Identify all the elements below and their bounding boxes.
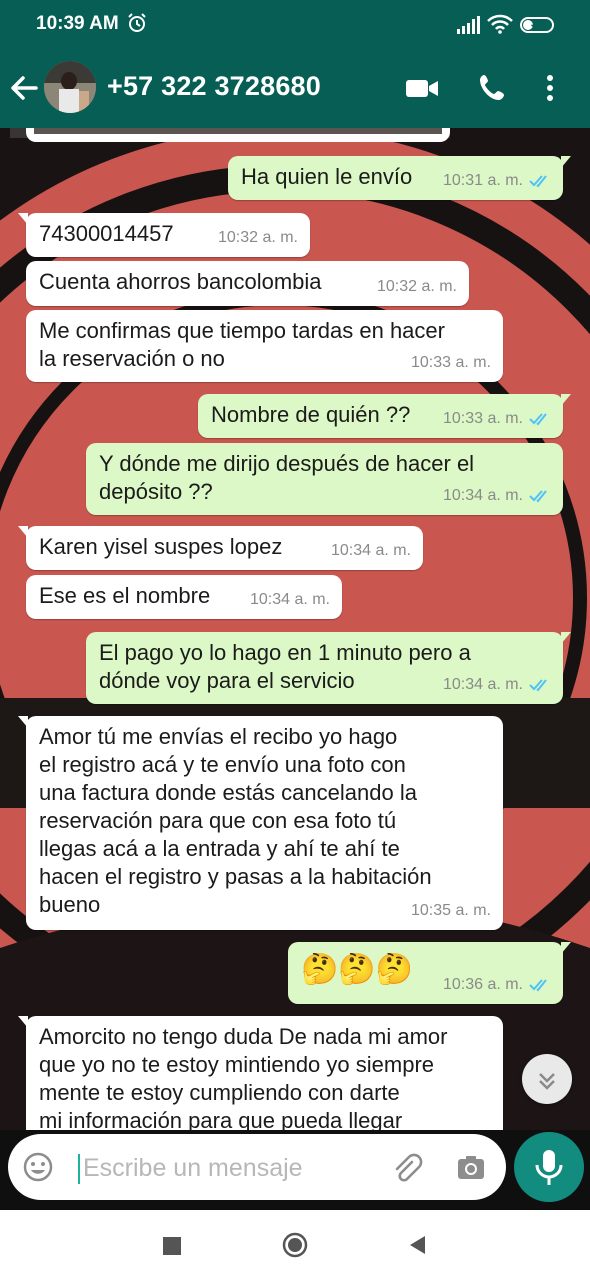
- message-bubble[interactable]: Amorcito no tengo duda De nada mi amor q…: [18, 1016, 503, 1130]
- battery-level: 32: [530, 18, 544, 30]
- message-text: Amor tú me envías el recibo yo hago el r…: [39, 724, 432, 917]
- message-time: 10:36 a. m.: [442, 976, 523, 993]
- message-time: 10:33 a. m.: [442, 410, 523, 427]
- message-meta: 10:33 a. m.: [443, 405, 551, 433]
- contact-name[interactable]: +57 322 3728680: [107, 71, 321, 102]
- status-bar: 10:39 AM 32: [0, 0, 590, 46]
- message-time: 10:34 a. m.: [442, 676, 523, 693]
- battery-indicator: 32: [520, 17, 554, 33]
- read-ticks-icon: [529, 979, 547, 992]
- message-time: 10:33 a. m.: [410, 354, 491, 371]
- recents-icon[interactable]: [162, 1236, 182, 1256]
- scroll-down-button[interactable]: [522, 1054, 572, 1104]
- message-text: Nombre de quién ??: [211, 402, 411, 427]
- message-placeholder: Escribe un mensaje: [83, 1154, 303, 1182]
- message-text: Ha quien le envío: [241, 164, 413, 189]
- message-bubble[interactable]: Nombre de quién ?? 10:33 a. m.: [198, 394, 571, 438]
- message-bubble[interactable]: Amor tú me envías el recibo yo hago el r…: [18, 716, 503, 930]
- message-text: Y dónde me dirijo después de hacer el de…: [99, 451, 475, 504]
- message-time: 10:34 a. m.: [249, 591, 330, 608]
- message-text: El pago yo lo hago en 1 minuto pero a dó…: [99, 640, 471, 693]
- compose-bar: Escribe un mensaje: [0, 1130, 590, 1210]
- message-list[interactable]: Ha quien le envío 10:31 a. m. 7430001445…: [0, 128, 590, 1130]
- mic-button[interactable]: [514, 1132, 584, 1202]
- message-text: Karen yisel suspes lopez: [39, 534, 283, 559]
- message-text: 74300014457: [39, 221, 174, 246]
- back-nav-icon[interactable]: [406, 1234, 428, 1256]
- read-ticks-icon: [529, 490, 547, 503]
- read-ticks-icon: [529, 175, 547, 188]
- back-arrow-icon[interactable]: [8, 73, 40, 103]
- message-bubble[interactable]: 🤔🤔🤔 10:36 a. m.: [288, 942, 571, 1004]
- message-time: 10:34 a. m.: [330, 542, 411, 559]
- signal-icon: [457, 16, 480, 34]
- message-meta: 10:34 a. m.: [443, 671, 551, 699]
- wifi-icon: [487, 14, 513, 34]
- camera-icon[interactable]: [455, 1152, 487, 1184]
- message-text: Me confirmas que tiempo tardas en hacer …: [39, 318, 445, 371]
- message-bubble[interactable]: Ese es el nombre 10:34 a. m.: [26, 575, 342, 619]
- video-call-icon[interactable]: [404, 72, 440, 104]
- scroll-down-icon: [539, 1073, 555, 1090]
- attach-icon[interactable]: [390, 1152, 424, 1186]
- message-meta: 10:34 a. m.: [443, 482, 551, 510]
- message-bubble[interactable]: Y dónde me dirijo después de hacer el de…: [86, 443, 563, 515]
- mic-icon: [535, 1150, 563, 1185]
- message-time: 10:34 a. m.: [442, 487, 523, 504]
- message-bubble[interactable]: Ha quien le envío 10:31 a. m.: [228, 156, 571, 200]
- more-options-icon[interactable]: [538, 72, 562, 104]
- message-text: Ese es el nombre: [39, 583, 211, 608]
- message-time: 10:32 a. m.: [217, 229, 298, 246]
- message-meta: 10:31 a. m.: [443, 167, 551, 195]
- message-time: 10:35 a. m.: [410, 902, 491, 919]
- message-text: Cuenta ahorros bancolombia: [39, 269, 322, 294]
- previous-image-message[interactable]: [26, 128, 450, 142]
- message-bubble[interactable]: El pago yo lo hago en 1 minuto pero a dó…: [86, 632, 571, 704]
- message-text: Amorcito no tengo duda De nada mi amor q…: [39, 1024, 448, 1130]
- home-icon[interactable]: [282, 1232, 308, 1258]
- alarm-icon: [128, 13, 146, 32]
- emoji-icon[interactable]: [22, 1151, 54, 1183]
- message-bubble[interactable]: 74300014457 10:32 a. m.: [18, 213, 310, 257]
- text-cursor: [78, 1154, 80, 1184]
- read-ticks-icon: [529, 413, 547, 426]
- message-time: 10:31 a. m.: [442, 172, 523, 189]
- message-text: 🤔🤔🤔: [301, 953, 414, 986]
- message-bubble[interactable]: Cuenta ahorros bancolombia 10:32 a. m.: [26, 261, 469, 306]
- system-nav-bar: [0, 1210, 590, 1280]
- chat-header: +57 322 3728680: [0, 46, 590, 128]
- read-ticks-icon: [529, 679, 547, 692]
- avatar[interactable]: [44, 61, 96, 113]
- status-time: 10:39 AM: [36, 13, 119, 34]
- phone-call-icon[interactable]: [476, 72, 512, 104]
- message-meta: 10:36 a. m.: [443, 971, 551, 999]
- message-input[interactable]: Escribe un mensaje: [8, 1134, 506, 1200]
- message-bubble[interactable]: Me confirmas que tiempo tardas en hacer …: [26, 310, 503, 382]
- message-time: 10:32 a. m.: [376, 278, 457, 295]
- message-bubble[interactable]: Karen yisel suspes lopez 10:34 a. m.: [18, 526, 423, 570]
